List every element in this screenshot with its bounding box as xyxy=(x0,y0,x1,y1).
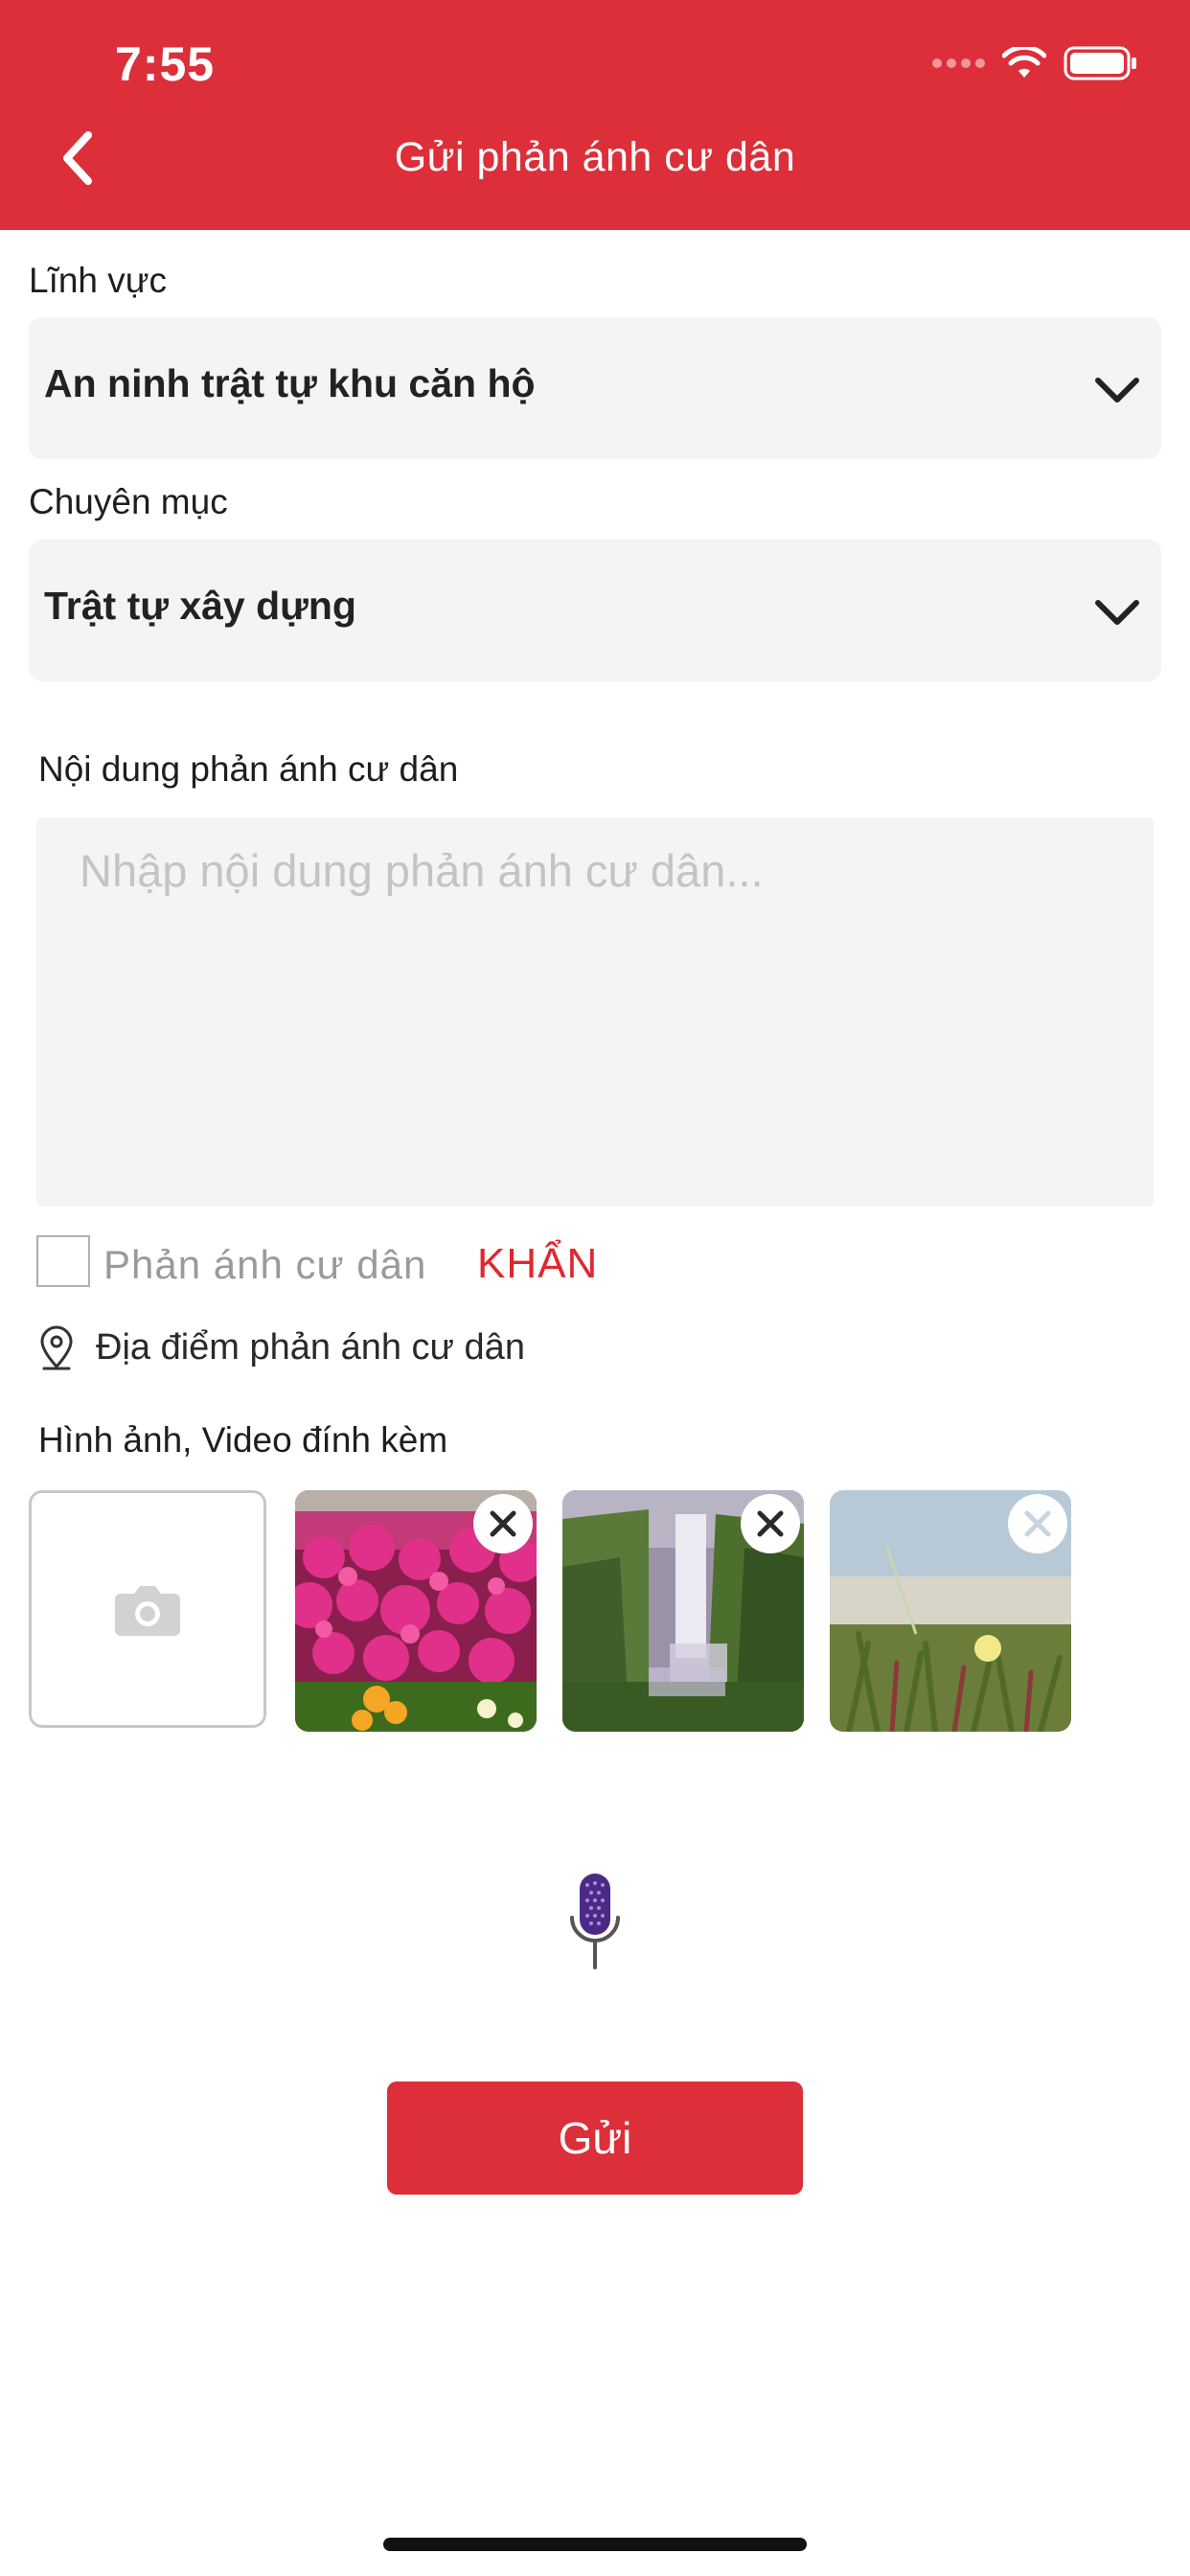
app-header: 7:55 Gửi phản ánh cư dân xyxy=(0,0,1190,230)
location-label: Địa điểm phản ánh cư dân xyxy=(96,1326,525,1368)
add-photo-button[interactable] xyxy=(29,1490,266,1728)
field-select-value: An ninh trật tự khu căn hộ xyxy=(44,361,536,405)
cellular-signal-icon xyxy=(932,58,985,68)
microphone-icon[interactable] xyxy=(566,1872,624,1971)
close-icon xyxy=(757,1510,784,1537)
page-title: Gửi phản ánh cư dân xyxy=(394,134,796,180)
home-indicator xyxy=(383,2538,807,2551)
field-select[interactable]: An ninh trật tự khu căn hộ xyxy=(29,317,1161,459)
chevron-down-icon xyxy=(1095,600,1139,625)
remove-attachment-button[interactable] xyxy=(1008,1494,1067,1553)
close-icon xyxy=(1024,1510,1051,1537)
attachment-thumbnail[interactable] xyxy=(295,1490,537,1732)
attachment-thumbnail[interactable] xyxy=(562,1490,804,1732)
location-pin-icon xyxy=(40,1325,73,1370)
attachments-label: Hình ảnh, Video đính kèm xyxy=(38,1420,448,1460)
attachment-thumbnail[interactable] xyxy=(830,1490,1071,1732)
close-icon xyxy=(490,1510,516,1537)
category-select[interactable]: Trật tự xây dựng xyxy=(29,540,1161,681)
urgent-checkbox[interactable] xyxy=(36,1235,90,1287)
category-label: Chuyên mục xyxy=(29,482,228,521)
content-label: Nội dung phản ánh cư dân xyxy=(38,749,459,789)
urgent-label: Phản ánh cư dân xyxy=(103,1242,427,1287)
battery-icon xyxy=(1064,46,1136,80)
chevron-down-icon xyxy=(1095,378,1139,402)
submit-button[interactable]: Gửi xyxy=(387,2082,803,2195)
status-time: 7:55 xyxy=(115,37,216,91)
category-select-value: Trật tự xây dựng xyxy=(44,584,356,628)
field-label: Lĩnh vực xyxy=(29,261,168,300)
location-row[interactable]: Địa điểm phản ánh cư dân xyxy=(36,1322,525,1372)
content-textarea[interactable] xyxy=(36,817,1154,1207)
wifi-icon xyxy=(1002,47,1046,78)
urgent-tag: KHẨN xyxy=(477,1240,599,1287)
remove-attachment-button[interactable] xyxy=(473,1494,533,1553)
remove-attachment-button[interactable] xyxy=(741,1494,800,1553)
camera-icon xyxy=(115,1586,180,1636)
status-icons xyxy=(932,44,1138,82)
